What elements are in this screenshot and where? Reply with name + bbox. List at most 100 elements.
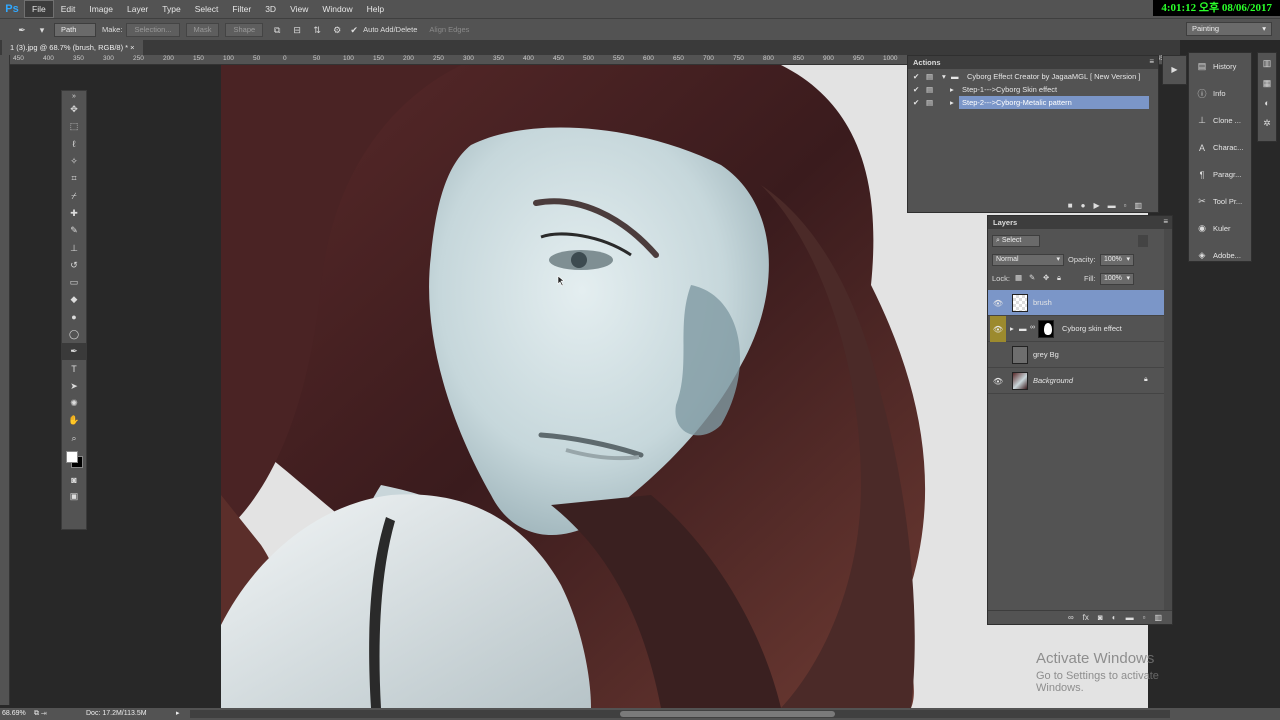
chevron-down-icon[interactable]: ▾: [34, 23, 50, 37]
path-alignment-icon[interactable]: ⊟: [289, 23, 305, 37]
zoom-tool-icon[interactable]: ⌕: [62, 430, 86, 447]
magic-wand-tool-icon[interactable]: ✧: [62, 153, 86, 170]
lock-position-icon[interactable]: ✥: [1043, 273, 1049, 282]
menu-view[interactable]: View: [283, 0, 315, 18]
menu-edit[interactable]: Edit: [54, 0, 83, 18]
make-shape-button[interactable]: Shape: [225, 22, 264, 37]
trash-icon[interactable]: ▥: [1154, 613, 1162, 622]
blend-mode-select[interactable]: Normal ▾: [992, 254, 1064, 266]
menu-type[interactable]: Type: [155, 0, 187, 18]
dock-character[interactable]: A Charac...: [1189, 134, 1251, 161]
menu-3d[interactable]: 3D: [258, 0, 283, 18]
play-icon[interactable]: ▶: [1093, 201, 1099, 210]
chevron-right-icon[interactable]: ▸: [950, 83, 954, 96]
lock-all-icon[interactable]: 🔒︎: [1057, 273, 1061, 283]
menu-window[interactable]: Window: [315, 0, 359, 18]
dock-info[interactable]: ⓘ Info: [1189, 80, 1251, 107]
layer-filter-select[interactable]: ⌕ Select: [992, 235, 1040, 247]
tab-layers[interactable]: Layers: [988, 216, 1023, 229]
make-selection-button[interactable]: Selection...: [126, 22, 180, 37]
quick-mask-icon[interactable]: ◙: [62, 471, 86, 488]
hand-tool-icon[interactable]: ✋: [62, 412, 86, 429]
color-swatches[interactable]: [62, 447, 86, 471]
pen-tool-preset-icon[interactable]: ✒: [14, 23, 30, 37]
adjustment-layer-icon[interactable]: ◐: [1112, 613, 1117, 622]
align-edges-checkbox[interactable]: Align Edges: [429, 25, 469, 34]
eyedropper-tool-icon[interactable]: ⌿: [62, 187, 86, 204]
brush-tool-icon[interactable]: ✎: [62, 222, 86, 239]
path-operations-icon[interactable]: ⧉: [269, 23, 285, 37]
dodge-tool-icon[interactable]: ◯: [62, 326, 86, 343]
document-tab[interactable]: 1 (3).jpg @ 68.7% (brush, RGB/8) * ×: [2, 40, 143, 55]
healing-brush-tool-icon[interactable]: ✚: [62, 205, 86, 222]
layer-row-cyborg-skin-effect[interactable]: 👁︎ ▸ ▬ ∞ Cyborg skin effect: [988, 316, 1164, 342]
status-icons[interactable]: ⧉ ⇥: [34, 708, 47, 720]
history-brush-tool-icon[interactable]: ↺: [62, 257, 86, 274]
crop-tool-icon[interactable]: ⌗: [62, 170, 86, 187]
new-action-icon[interactable]: ▫: [1124, 201, 1127, 210]
chevron-right-icon[interactable]: ▸: [950, 96, 954, 109]
dock-tool-presets[interactable]: ✂ Tool Pr...: [1189, 188, 1251, 215]
visibility-toggle-empty[interactable]: [990, 342, 1006, 368]
visibility-eye-icon[interactable]: 👁︎: [990, 368, 1006, 394]
menu-select[interactable]: Select: [188, 0, 226, 18]
adjustments-panel-icon[interactable]: ◐: [1258, 93, 1276, 113]
eraser-tool-icon[interactable]: ▭: [62, 274, 86, 291]
record-icon[interactable]: ●: [1081, 201, 1086, 210]
checkmark-icon[interactable]: ✔: [913, 96, 919, 109]
pen-mode-select[interactable]: Path: [54, 22, 96, 37]
dock-clone-source[interactable]: ⊥ Clone ...: [1189, 107, 1251, 134]
dock-kuler[interactable]: ◉ Kuler: [1189, 215, 1251, 242]
lock-transparent-icon[interactable]: ▦: [1015, 273, 1022, 282]
panel-menu-icon[interactable]: ≡: [1149, 57, 1154, 66]
action-row-selected[interactable]: ✔ ▤ ▸ Step-2--->Cyborg-Metalic pattern: [908, 96, 1158, 109]
lock-image-icon[interactable]: ✎: [1029, 273, 1035, 282]
action-set-row[interactable]: ✔ ▤ ▾ ▬ Cyborg Effect Creator by JagaaMG…: [908, 70, 1158, 83]
custom-shape-tool-icon[interactable]: ✺: [62, 395, 86, 412]
move-tool-icon[interactable]: ✥: [62, 101, 86, 118]
screen-mode-icon[interactable]: ▣: [62, 488, 86, 505]
fx-icon[interactable]: fx: [1083, 613, 1089, 622]
path-arrangement-icon[interactable]: ⇅: [309, 23, 325, 37]
visibility-eye-icon[interactable]: 👁︎: [990, 290, 1006, 316]
zoom-level[interactable]: 68.69%: [2, 708, 26, 720]
panel-expand-button[interactable]: ▶: [1162, 55, 1187, 85]
layer-row-grey-bg[interactable]: grey Bg: [988, 342, 1164, 368]
pen-tool-icon[interactable]: ✒: [62, 343, 86, 361]
tab-actions[interactable]: Actions: [908, 56, 946, 69]
menu-file[interactable]: File: [24, 0, 54, 18]
status-menu-arrow-icon[interactable]: ▸: [176, 708, 180, 720]
dock-paragraph[interactable]: ¶ Paragr...: [1189, 161, 1251, 188]
toolbar-collapse-icon[interactable]: »: [62, 91, 86, 101]
dialog-toggle-icon[interactable]: ▤: [926, 70, 933, 83]
type-tool-icon[interactable]: T: [62, 360, 86, 377]
gear-icon[interactable]: ⚙: [329, 23, 345, 37]
dock-adobe[interactable]: ◈ Adobe...: [1189, 242, 1251, 269]
menu-layer[interactable]: Layer: [120, 0, 155, 18]
color-panel-icon[interactable]: ▥: [1258, 53, 1276, 73]
menu-image[interactable]: Image: [82, 0, 120, 18]
dialog-toggle-icon[interactable]: ▤: [926, 96, 933, 109]
menu-help[interactable]: Help: [360, 0, 391, 18]
layer-row-background[interactable]: 👁︎ Background 🔒︎: [988, 368, 1164, 394]
checkmark-icon[interactable]: ✔: [913, 83, 919, 96]
horizontal-scrollbar[interactable]: [190, 710, 1170, 718]
auto-add-delete-checkbox[interactable]: ✔: [349, 23, 359, 37]
trash-icon[interactable]: ▥: [1134, 201, 1142, 210]
make-mask-button[interactable]: Mask: [185, 22, 220, 37]
clone-stamp-tool-icon[interactable]: ⊥: [62, 239, 86, 256]
swatches-panel-icon[interactable]: ▦: [1258, 73, 1276, 93]
checkmark-icon[interactable]: ✔: [913, 70, 919, 83]
dock-history[interactable]: ▤ History: [1189, 53, 1251, 80]
fill-field[interactable]: 100% ▾: [1100, 273, 1134, 285]
new-set-icon[interactable]: ▬: [1108, 201, 1116, 210]
stop-icon[interactable]: ■: [1068, 201, 1073, 210]
chevron-right-icon[interactable]: ▸: [1010, 324, 1014, 333]
menu-filter[interactable]: Filter: [225, 0, 258, 18]
workspace-select[interactable]: Painting ▾: [1186, 22, 1272, 36]
layers-scrollbar[interactable]: [1164, 229, 1172, 611]
layer-row-brush[interactable]: 👁︎ brush: [988, 290, 1164, 316]
dialog-toggle-icon[interactable]: ▤: [926, 83, 933, 96]
action-row[interactable]: ✔ ▤ ▸ Step-1--->Cyborg Skin effect: [908, 83, 1158, 96]
blur-tool-icon[interactable]: ●: [62, 309, 86, 326]
